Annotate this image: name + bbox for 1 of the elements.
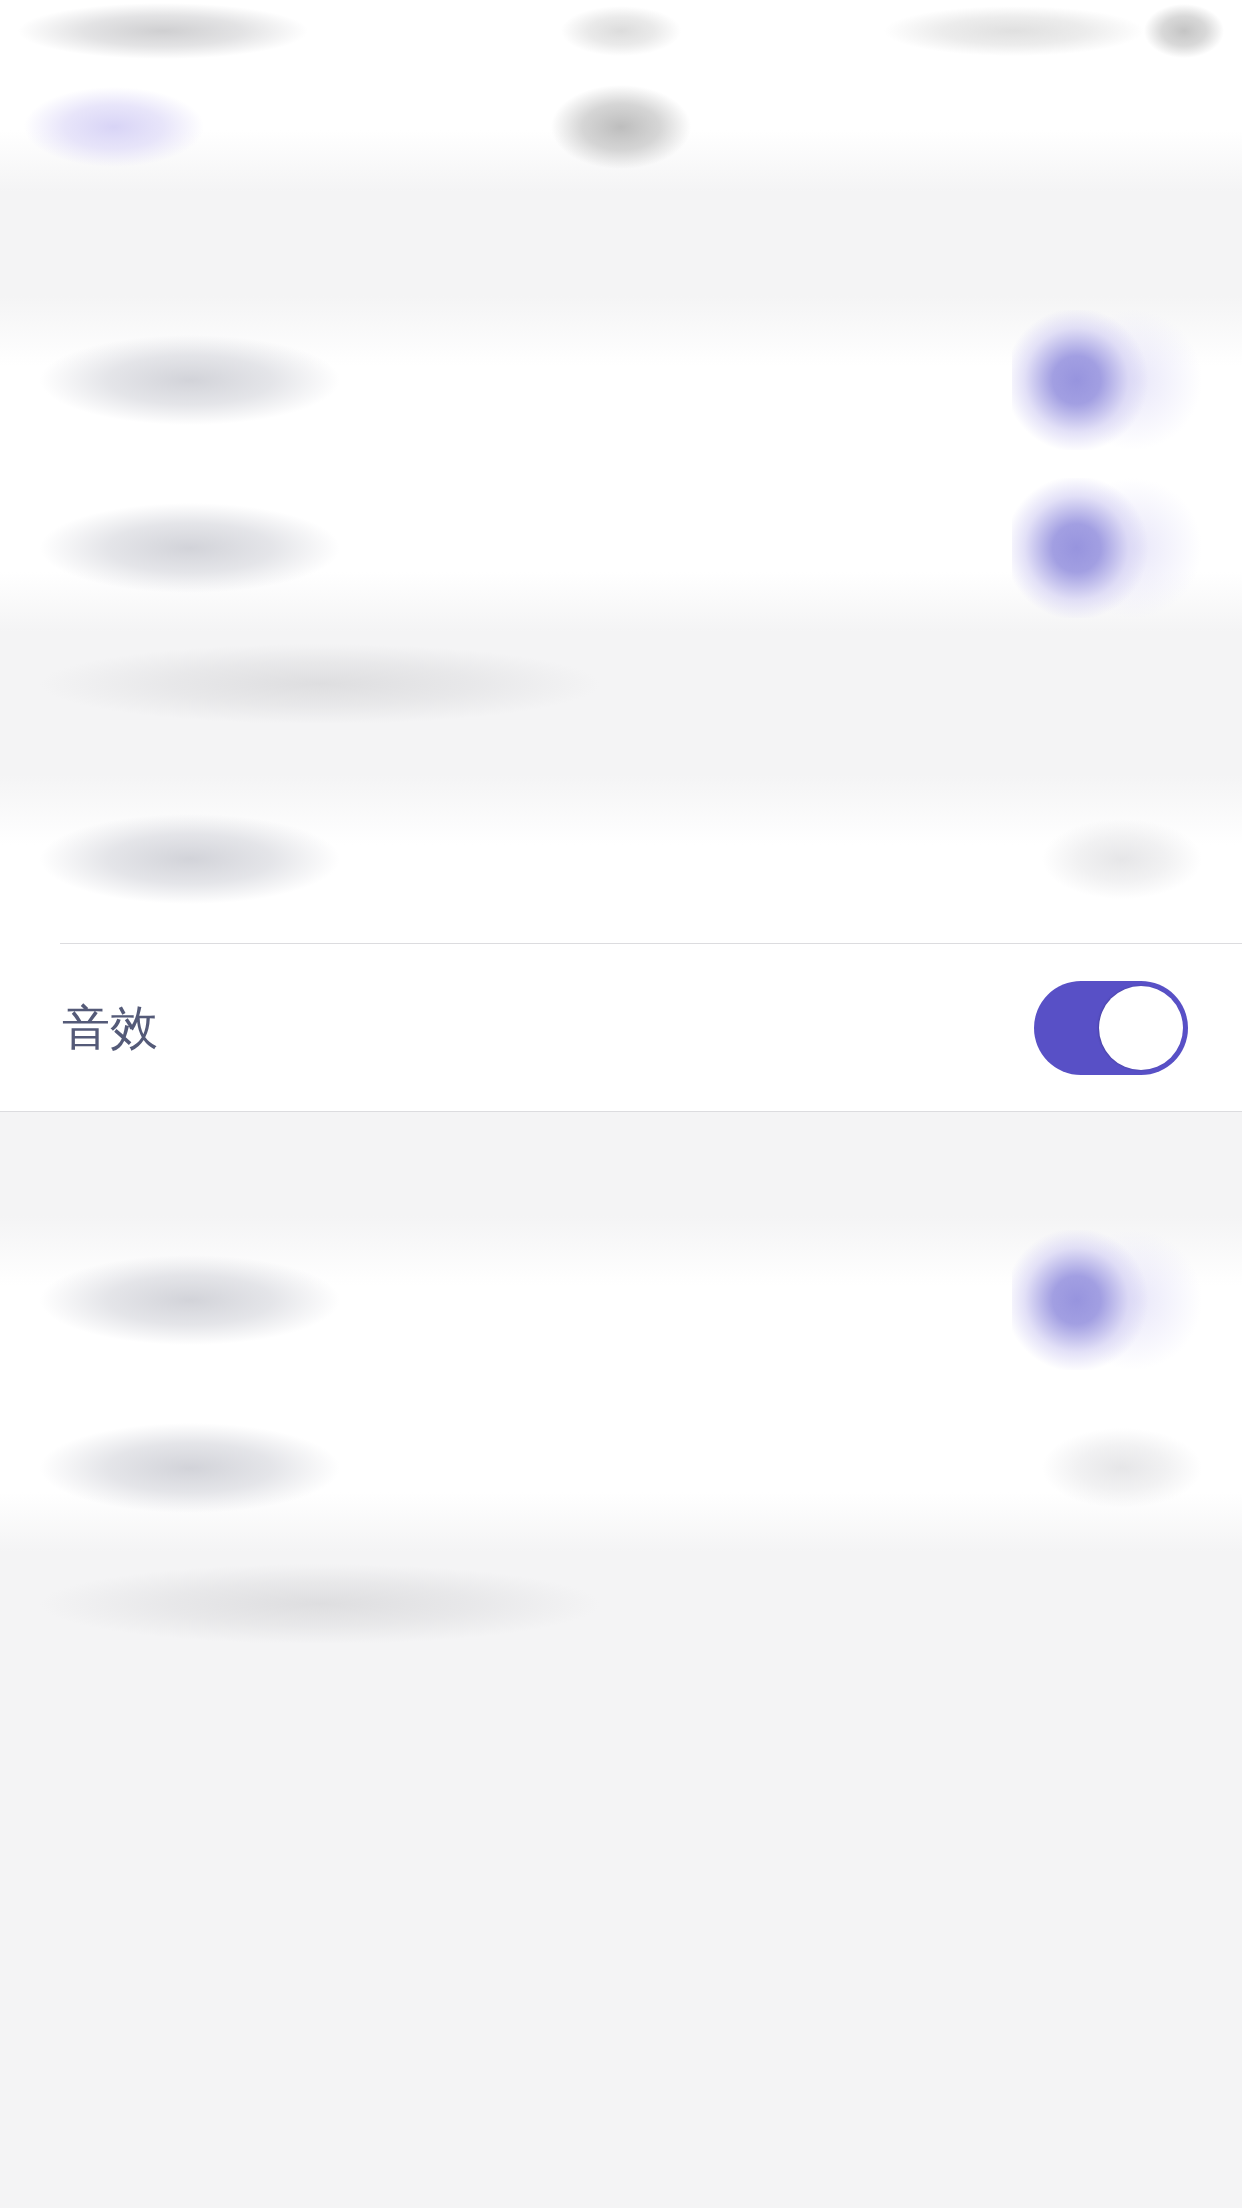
row-label: 音效: [62, 997, 158, 1057]
